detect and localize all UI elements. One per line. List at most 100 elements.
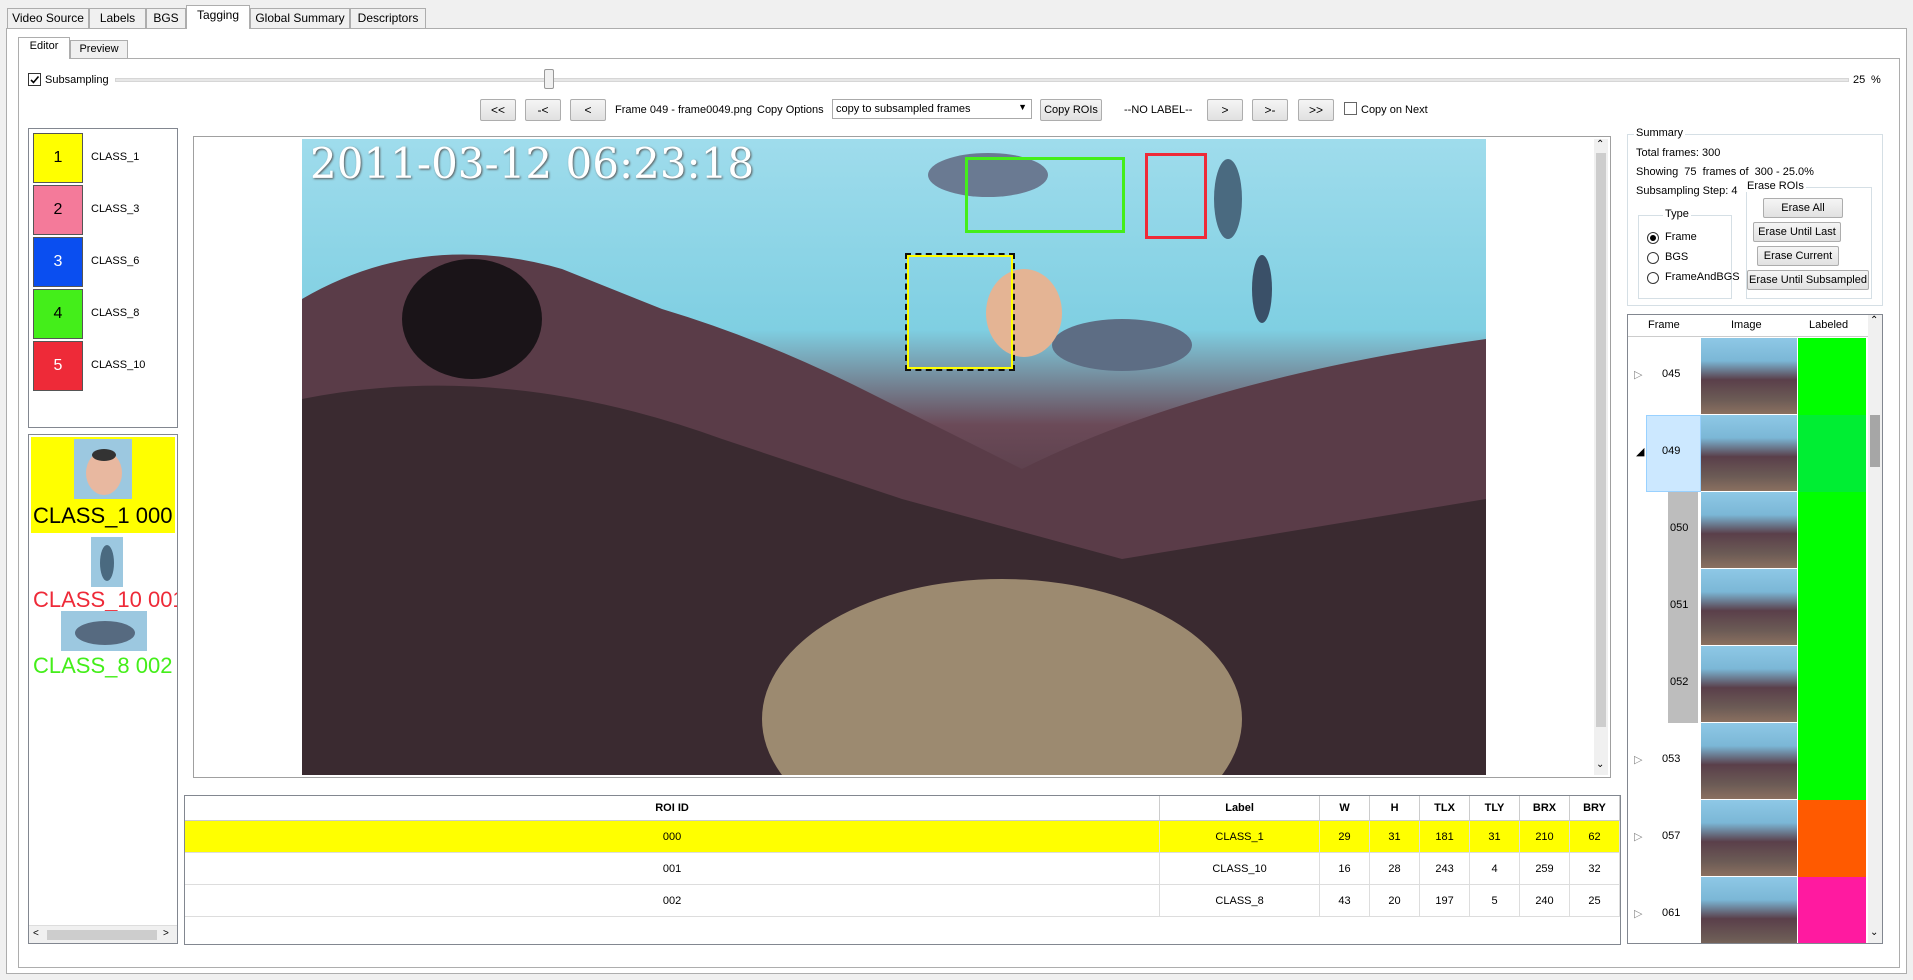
col-h[interactable]: H [1369, 796, 1421, 821]
chevron-right-icon[interactable]: > [163, 928, 169, 939]
col-bry[interactable]: BRY [1569, 796, 1621, 821]
cell[interactable]: 25 [1569, 884, 1621, 917]
cell[interactable]: 20 [1369, 884, 1421, 917]
erase-until-subsampled-button[interactable]: Erase Until Subsampled [1747, 270, 1869, 290]
collapse-arrow-icon[interactable]: ◢ [1636, 445, 1644, 458]
cell[interactable]: 000 [185, 820, 1161, 853]
scrollbar-thumb[interactable] [1596, 153, 1606, 727]
frame-row-051[interactable]: 051 [1628, 569, 1866, 646]
cell[interactable]: 29 [1319, 820, 1371, 853]
cell[interactable]: 197 [1419, 884, 1471, 917]
type-frame-radio[interactable] [1647, 232, 1659, 244]
col-tlx[interactable]: TLX [1419, 796, 1471, 821]
erase-current-button[interactable]: Erase Current [1757, 246, 1839, 266]
tab-tagging[interactable]: Tagging [186, 5, 250, 29]
cell[interactable]: 240 [1519, 884, 1570, 917]
class-swatch[interactable]: 1 [33, 133, 83, 183]
prev-subsampled-button[interactable]: -< [525, 99, 561, 121]
expand-arrow-icon[interactable]: ▷ [1634, 368, 1642, 381]
subsampling-slider-thumb[interactable] [543, 69, 554, 89]
type-frameandbgs-radio[interactable] [1647, 272, 1659, 284]
expand-arrow-icon[interactable]: ▷ [1634, 753, 1642, 766]
frame-row-061[interactable]: ▷ 061 [1628, 877, 1866, 943]
cell[interactable]: 4 [1469, 852, 1520, 885]
cell[interactable]: 32 [1569, 852, 1621, 885]
tab-descriptors[interactable]: Descriptors [350, 8, 426, 28]
expand-arrow-icon[interactable]: ▷ [1634, 830, 1642, 843]
frame-list-scrollbar[interactable]: ⌃ ⌄ [1868, 315, 1882, 943]
erase-until-last-button[interactable]: Erase Until Last [1753, 222, 1841, 242]
class-swatch[interactable]: 5 [33, 341, 83, 391]
frame-row-057[interactable]: ▷ 057 [1628, 800, 1866, 877]
frame-row-045[interactable]: ▷ 045 [1628, 338, 1866, 415]
tab-labels[interactable]: Labels [89, 8, 146, 28]
class-item-3[interactable]: 3 CLASS_6 [33, 237, 193, 287]
last-frame-button[interactable]: >> [1298, 99, 1334, 121]
cell[interactable]: 31 [1469, 820, 1520, 853]
frame-row-053[interactable]: ▷ 053 [1628, 723, 1866, 800]
first-frame-button[interactable]: << [480, 99, 516, 121]
class-item-2[interactable]: 2 CLASS_3 [33, 185, 193, 235]
chevron-up-icon[interactable]: ⌃ [1870, 315, 1878, 326]
roi-thumb-item[interactable]: CLASS_10 001 [31, 535, 177, 612]
copy-options-select[interactable]: copy to subsampled frames ▼ [832, 99, 1032, 119]
class-swatch[interactable]: 4 [33, 289, 83, 339]
subsampling-slider-track[interactable] [115, 78, 1849, 82]
table-row[interactable]: 000 CLASS_1 29 31 181 31 210 62 [185, 820, 1621, 853]
cell[interactable]: 210 [1519, 820, 1570, 853]
cell[interactable]: 31 [1369, 820, 1421, 853]
tab-bgs[interactable]: BGS [146, 8, 186, 28]
next-subsampled-button[interactable]: >- [1252, 99, 1288, 121]
cell[interactable]: 181 [1419, 820, 1471, 853]
class-item-1[interactable]: 1 CLASS_1 [33, 133, 193, 183]
frame-row-050[interactable]: 050 [1628, 492, 1866, 569]
cell[interactable]: 43 [1319, 884, 1371, 917]
chevron-down-icon[interactable]: ⌄ [1596, 759, 1604, 770]
chevron-up-icon[interactable]: ⌃ [1596, 139, 1604, 150]
col-roi-id[interactable]: ROI ID [185, 796, 1161, 821]
class-swatch[interactable]: 3 [33, 237, 83, 287]
cell[interactable]: 001 [185, 852, 1161, 885]
class-item-4[interactable]: 4 CLASS_8 [33, 289, 193, 339]
col-label[interactable]: Label [1159, 796, 1321, 821]
tab-global-summary[interactable]: Global Summary [250, 8, 350, 28]
roi-box-001[interactable] [1145, 153, 1207, 239]
tab-video-source[interactable]: Video Source [7, 8, 89, 28]
thumb-horizontal-scrollbar[interactable]: < > [29, 925, 177, 943]
next-frame-button[interactable]: > [1207, 99, 1243, 121]
scrollbar-thumb[interactable] [47, 930, 157, 940]
roi-box-000[interactable] [905, 253, 1015, 371]
col-brx[interactable]: BRX [1519, 796, 1570, 821]
table-row[interactable]: 001 CLASS_10 16 28 243 4 259 32 [185, 852, 1621, 885]
col-image[interactable]: Image [1731, 319, 1762, 331]
video-frame[interactable]: 2011-03-12 06:23:18 [302, 139, 1486, 775]
roi-thumb-item[interactable]: CLASS_1 000 [31, 437, 175, 533]
scrollbar-thumb[interactable] [1870, 415, 1880, 467]
prev-frame-button[interactable]: < [570, 99, 606, 121]
class-item-5[interactable]: 5 CLASS_10 [33, 341, 193, 391]
chevron-down-icon[interactable]: ⌄ [1870, 927, 1878, 938]
roi-thumb-item[interactable]: CLASS_8 002 [31, 609, 175, 681]
col-w[interactable]: W [1319, 796, 1371, 821]
table-row[interactable]: 002 CLASS_8 43 20 197 5 240 25 [185, 884, 1621, 917]
cell[interactable]: 002 [185, 884, 1161, 917]
copy-rois-button[interactable]: Copy ROIs [1040, 99, 1102, 121]
video-vertical-scrollbar[interactable]: ⌃ ⌄ [1594, 139, 1608, 775]
class-swatch[interactable]: 2 [33, 185, 83, 235]
cell[interactable]: 5 [1469, 884, 1520, 917]
col-frame[interactable]: Frame [1648, 319, 1680, 331]
video-canvas[interactable]: 2011-03-12 06:23:18 ⌃ ⌄ [193, 136, 1611, 778]
cell[interactable]: 28 [1369, 852, 1421, 885]
chevron-left-icon[interactable]: < [33, 928, 39, 939]
cell[interactable]: CLASS_8 [1159, 884, 1321, 917]
cell[interactable]: 62 [1569, 820, 1621, 853]
col-tly[interactable]: TLY [1469, 796, 1520, 821]
erase-all-button[interactable]: Erase All [1763, 198, 1843, 218]
cell[interactable]: 16 [1319, 852, 1371, 885]
subtab-editor[interactable]: Editor [18, 37, 70, 59]
cell[interactable]: 259 [1519, 852, 1570, 885]
subtab-preview[interactable]: Preview [70, 40, 128, 58]
frame-row-049[interactable]: ◢ 049 [1628, 415, 1866, 492]
cell[interactable]: CLASS_10 [1159, 852, 1321, 885]
roi-box-002[interactable] [965, 157, 1125, 233]
